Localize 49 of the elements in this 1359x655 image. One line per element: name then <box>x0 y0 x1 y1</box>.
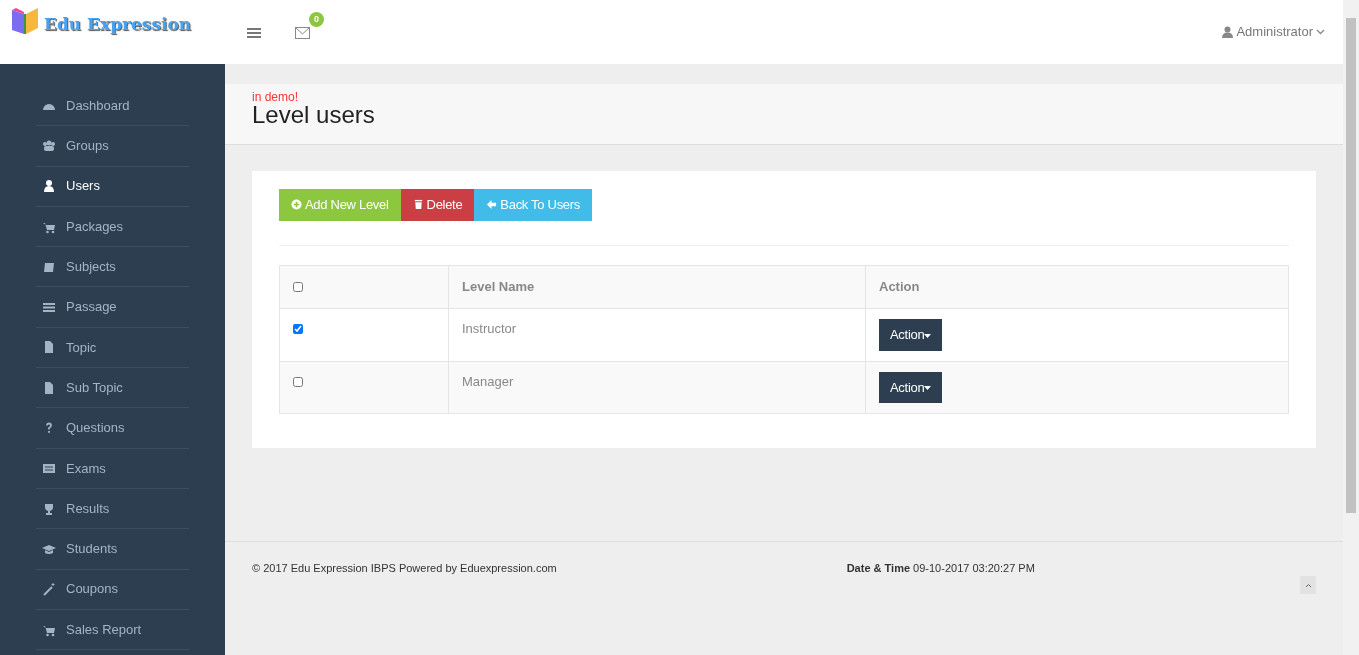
logo-text: Edu Expression <box>44 13 192 36</box>
sidebar-item[interactable]: Passage <box>36 287 189 328</box>
column-header: Level Name <box>448 265 866 309</box>
action-dropdown-button[interactable]: Action <box>879 319 943 351</box>
sidebar-item[interactable]: Students <box>36 529 189 570</box>
sidebar-item[interactable]: Sub Topic <box>36 368 189 409</box>
row-checkbox[interactable] <box>293 376 303 387</box>
table-cell: Instructor <box>448 308 866 361</box>
trash-icon <box>412 199 424 211</box>
delete-button[interactable]: Delete <box>400 189 475 221</box>
demo-notice: in demo! <box>252 91 300 103</box>
chevron-up-icon <box>1304 582 1312 588</box>
arrow-left-icon <box>486 199 498 211</box>
sidebar-item[interactable]: Users <box>36 166 189 207</box>
page-title: Level users <box>252 103 376 127</box>
magic-wand-icon <box>42 582 56 597</box>
user-icon <box>1222 26 1234 38</box>
caret-icon <box>924 386 932 391</box>
plus-circle-icon <box>291 199 302 211</box>
document-icon <box>42 380 56 395</box>
envelope-icon <box>295 26 310 39</box>
person-icon <box>42 179 56 194</box>
column-header: Action <box>865 265 1289 309</box>
caret-icon <box>924 333 932 338</box>
notification-count: 0 <box>309 12 324 28</box>
sidebar-item[interactable]: Questions <box>36 408 189 449</box>
copyright-text: © 2017 Edu Expression IBPS Powered by Eduexpression.com <box>252 561 557 576</box>
card-list-icon <box>42 461 56 476</box>
sidebar-item[interactable]: Coupons <box>36 569 189 610</box>
date-time-text: Date & Time 09-10-2017 03:20:27 PM <box>846 561 1035 576</box>
action-dropdown-button[interactable]: Action <box>879 371 943 403</box>
trophy-icon <box>42 501 56 516</box>
sidebar-item[interactable]: Dashboard <box>36 86 189 127</box>
table-cell: Manager <box>448 361 866 414</box>
sidebar-item[interactable]: Subjects <box>36 247 189 288</box>
list-icon <box>42 300 56 315</box>
document-icon <box>42 340 56 355</box>
chevron-down-icon <box>1316 29 1325 35</box>
sidebar-item[interactable]: Topic <box>36 327 189 369</box>
sidebar-item[interactable]: Sales Report <box>36 609 189 651</box>
people-icon <box>42 138 56 153</box>
sidebar-item[interactable]: Groups <box>36 126 189 167</box>
row-checkbox[interactable] <box>293 281 303 292</box>
sidebar-item[interactable]: Results <box>36 488 189 530</box>
sidebar-item[interactable]: Packages <box>36 206 189 248</box>
book-logo-icon <box>10 6 40 36</box>
row-checkbox[interactable] <box>293 324 303 334</box>
sidebar-item[interactable]: Exams <box>36 448 189 489</box>
user-menu[interactable]: Administrator <box>1222 22 1325 42</box>
